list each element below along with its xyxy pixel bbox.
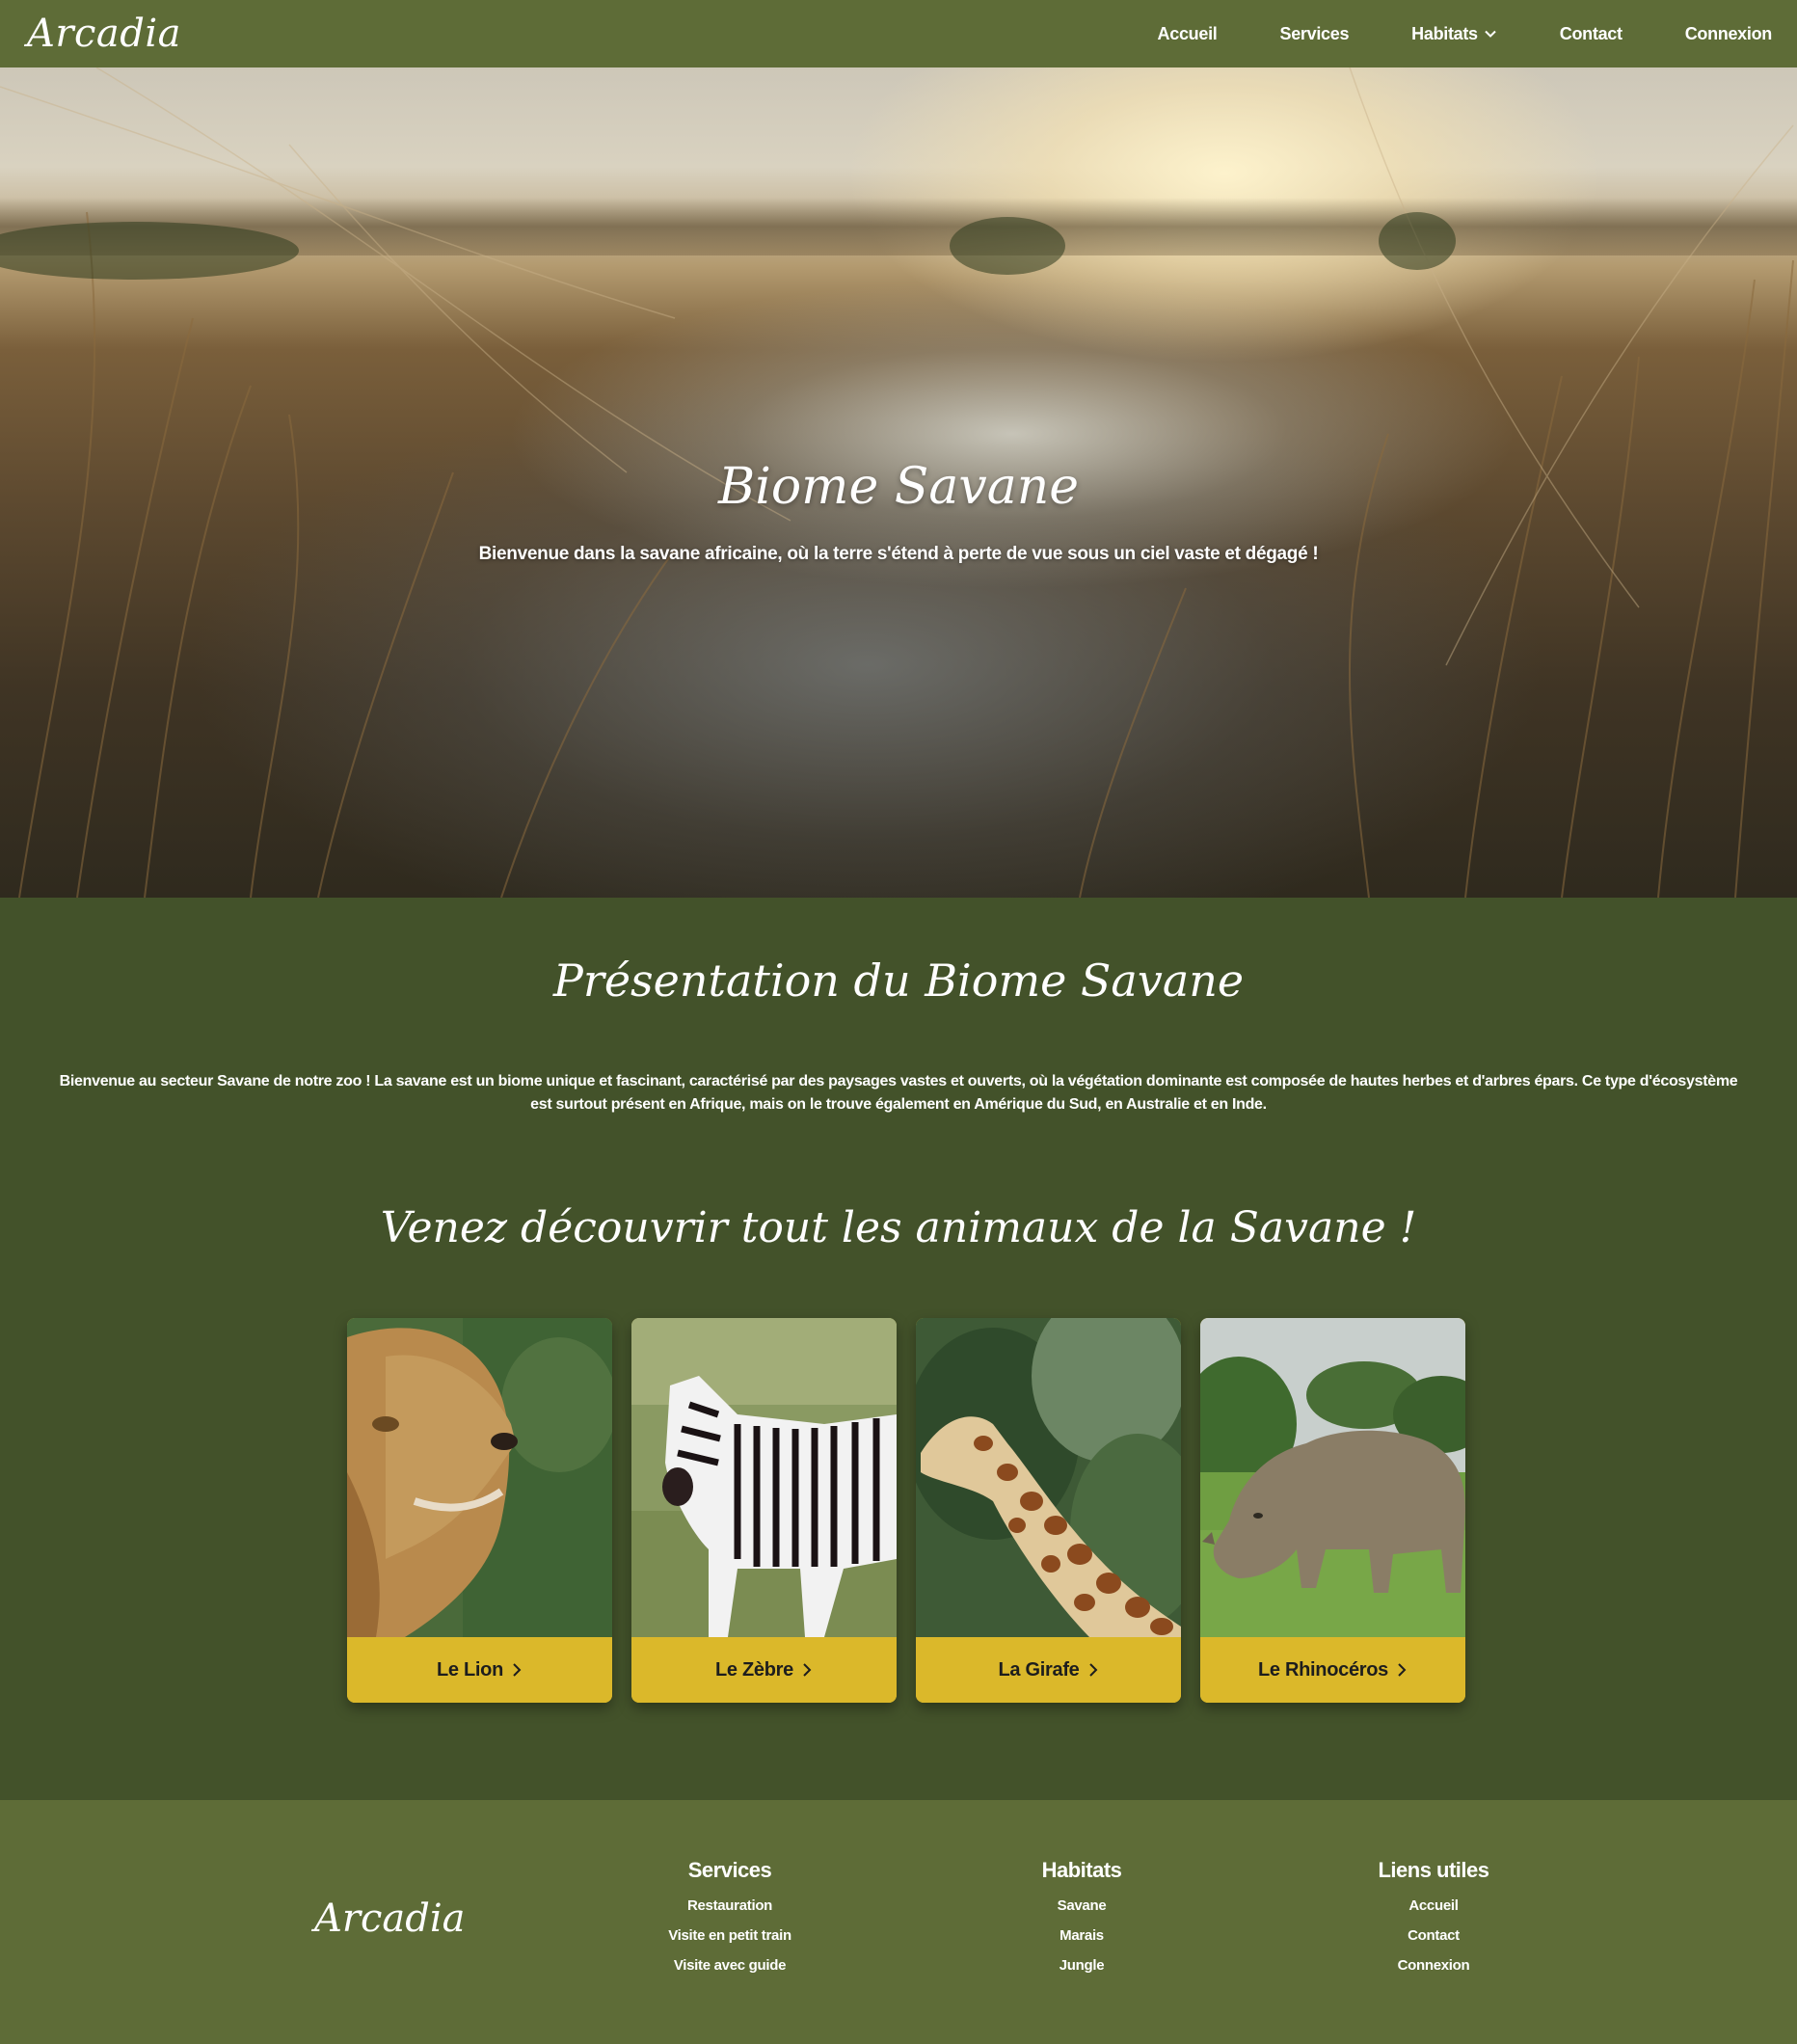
footer-column-title: Liens utiles <box>1378 1858 1489 1882</box>
footer-link-savane[interactable]: Savane <box>956 1891 1207 1921</box>
giraffe-button[interactable]: La Girafe <box>916 1637 1181 1703</box>
lion-button[interactable]: Le Lion <box>347 1637 612 1703</box>
footer-link-restauration[interactable]: Restauration <box>604 1891 855 1921</box>
nav-item-contact[interactable]: Contact <box>1560 24 1623 44</box>
zebra-button[interactable]: Le Zèbre <box>631 1637 897 1703</box>
animal-cards: Le Lion Le Zèbre La Girafe Le Rhinocéros <box>347 1318 1485 1703</box>
footer: Arcadia Services Restauration Visite en … <box>0 1800 1797 2044</box>
card-label: Le Lion <box>436 1658 503 1681</box>
nav-item-connexion[interactable]: Connexion <box>1684 23 1773 44</box>
nav-menu: Accueil Services Habitats Contact Connex… <box>1095 23 1773 44</box>
card-label: Le Rhinocéros <box>1257 1658 1389 1681</box>
footer-link-contact[interactable]: Contact <box>1308 1921 1559 1950</box>
hero-subtitle: Bienvenue dans la savane africaine, où l… <box>478 544 1319 564</box>
animal-card-zebra[interactable]: Le Zèbre <box>631 1318 897 1703</box>
footer-brand-logo[interactable]: Arcadia <box>314 1896 466 1941</box>
nav-item-accueil[interactable]: Accueil <box>1158 24 1218 44</box>
footer-link-marais[interactable]: Marais <box>956 1921 1207 1950</box>
chevron-right-icon <box>1398 1663 1407 1677</box>
nav-label: Connexion <box>1684 23 1773 43</box>
chevron-right-icon <box>513 1663 522 1677</box>
footer-column-services: Services Restauration Visite en petit tr… <box>604 1858 855 1980</box>
presentation-title: Présentation du Biome Savane <box>552 955 1245 1007</box>
footer-link-petit-train[interactable]: Visite en petit train <box>604 1921 855 1950</box>
footer-column-title: Habitats <box>1041 1858 1122 1882</box>
hero-title: Biome Savane <box>717 458 1080 516</box>
animal-card-rhino[interactable]: Le Rhinocéros <box>1200 1318 1465 1703</box>
nav-label: Services <box>1279 23 1350 43</box>
rhino-button[interactable]: Le Rhinocéros <box>1200 1637 1465 1703</box>
nav-item-services[interactable]: Services <box>1279 24 1349 44</box>
chevron-right-icon <box>1088 1663 1097 1677</box>
brand-logo[interactable]: Arcadia <box>27 12 181 56</box>
card-label: La Girafe <box>998 1658 1080 1681</box>
zebra-photo <box>631 1318 897 1637</box>
animal-card-lion[interactable]: Le Lion <box>347 1318 612 1703</box>
giraffe-photo <box>916 1318 1181 1637</box>
animal-card-giraffe[interactable]: La Girafe <box>916 1318 1181 1703</box>
lion-photo <box>347 1318 612 1637</box>
footer-column-liens-utiles: Liens utiles Accueil Contact Connexion <box>1308 1858 1559 1980</box>
footer-link-accueil[interactable]: Accueil <box>1308 1891 1559 1921</box>
card-label: Le Zèbre <box>715 1658 793 1681</box>
hero-banner: Biome Savane Bienvenue dans la savane af… <box>0 67 1797 898</box>
rhino-photo <box>1200 1318 1465 1637</box>
nav-item-habitats[interactable]: Habitats <box>1411 24 1497 44</box>
chevron-down-icon <box>1485 30 1496 38</box>
footer-link-jungle[interactable]: Jungle <box>956 1950 1207 1980</box>
footer-column-title: Services <box>687 1858 772 1882</box>
presentation-text: Bienvenue au secteur Savane de notre zoo… <box>59 1073 1738 1113</box>
nav-label: Contact <box>1559 23 1623 43</box>
nav-label: Habitats <box>1411 23 1478 43</box>
navbar: Arcadia Accueil Services Habitats Contac… <box>0 0 1797 67</box>
footer-link-visite-guide[interactable]: Visite avec guide <box>604 1950 855 1980</box>
chevron-right-icon <box>803 1663 812 1677</box>
nav-label: Accueil <box>1157 23 1218 43</box>
footer-link-connexion[interactable]: Connexion <box>1308 1950 1559 1980</box>
animals-title: Venez découvrir tout les animaux de la S… <box>380 1203 1417 1252</box>
footer-column-habitats: Habitats Savane Marais Jungle <box>956 1858 1207 1980</box>
